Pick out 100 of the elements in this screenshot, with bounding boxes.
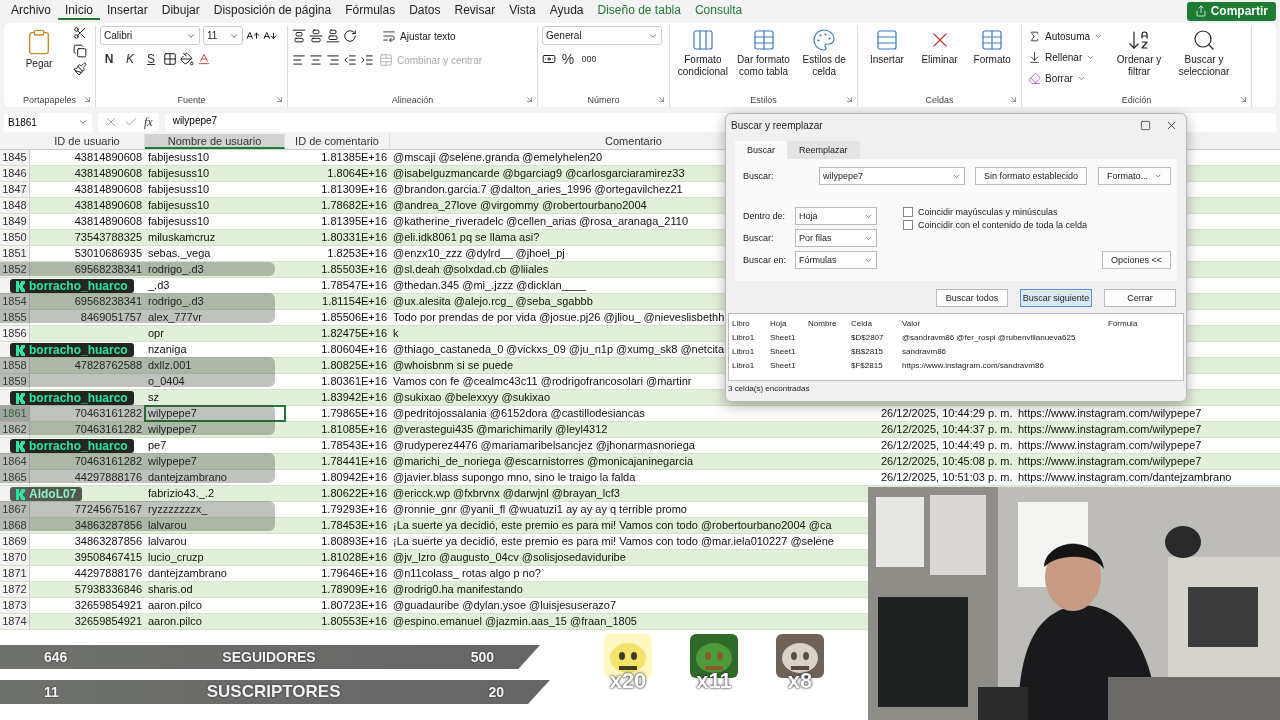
font-size-select[interactable]: 11 <box>203 26 243 45</box>
options-button[interactable]: Opciones << <box>1101 251 1171 269</box>
paintbrush-icon[interactable] <box>73 62 87 76</box>
find-field[interactable]: wilypepe7 <box>819 167 965 185</box>
function-button[interactable]: fx <box>144 114 153 130</box>
styles-button[interactable]: Estilos de celda <box>795 26 853 80</box>
ribbon-tab[interactable]: Vista <box>502 0 543 20</box>
paste-button[interactable]: Pegar <box>8 26 70 72</box>
table-cell: 1.85503E+16 <box>321 262 387 277</box>
goal-target: 500 <box>470 649 494 665</box>
launcher-icon[interactable] <box>525 95 534 104</box>
checkbox[interactable] <box>903 207 913 217</box>
editing-button[interactable]: Ordenar y filtrar <box>1108 26 1171 80</box>
table-cell: 1.78909E+16 <box>321 582 387 597</box>
italic-button[interactable]: K <box>121 49 139 69</box>
column-header[interactable]: Nombre de usuario <box>145 134 285 149</box>
results-cell[interactable]: Libro1 <box>732 332 755 342</box>
dialog-tab[interactable]: Reemplazar <box>787 141 860 159</box>
chat-username: borracho_huarco <box>29 279 128 293</box>
align-middle-icon[interactable] <box>309 29 323 43</box>
launcher-icon[interactable] <box>83 95 92 104</box>
table-cell: 77245675167 <box>74 502 142 517</box>
dialog-button[interactable]: Buscar siguiente <box>1020 289 1092 307</box>
ribbon-tab[interactable]: Diseño de tabla <box>590 0 688 20</box>
format-button[interactable]: Formato... <box>1098 167 1171 185</box>
editing-button[interactable]: Buscar y seleccionar <box>1173 26 1236 80</box>
launcher-icon[interactable] <box>657 95 666 104</box>
checkbox[interactable] <box>903 220 913 230</box>
results-cell[interactable]: Sheet1 <box>770 360 796 370</box>
cancel-icon[interactable] <box>104 115 118 129</box>
banknote-icon[interactable] <box>542 52 556 66</box>
thousands-button[interactable]: 000 <box>580 49 598 69</box>
ribbon-tab[interactable]: Insertar <box>100 0 155 20</box>
align-top-icon[interactable] <box>292 29 306 43</box>
font-family-select[interactable]: Calibri <box>100 26 200 45</box>
font-color-icon[interactable] <box>197 52 211 66</box>
dialog-button[interactable]: Buscar todos <box>936 289 1008 307</box>
cells-button[interactable]: Formato <box>967 26 1017 68</box>
align-center-icon[interactable] <box>309 53 323 67</box>
dialog-tab[interactable]: Buscar <box>735 141 787 159</box>
option-select[interactable]: Hoja <box>795 207 877 225</box>
styles-button[interactable]: Formato condicional <box>674 26 732 80</box>
check-icon[interactable] <box>124 115 138 129</box>
number-format-select[interactable]: General <box>542 26 662 45</box>
cells-button[interactable]: Eliminar <box>914 26 965 68</box>
results-cell[interactable]: https://www.instagram.com/sandravm86 <box>902 360 1044 370</box>
editing-button[interactable]: Borrar <box>1026 68 1106 88</box>
results-cell[interactable]: $B$2815 <box>851 346 884 356</box>
indent-increase-icon[interactable] <box>360 53 374 67</box>
align-right-icon[interactable] <box>326 53 340 67</box>
editing-button[interactable]: Rellenar <box>1026 47 1106 67</box>
align-bottom-icon[interactable] <box>326 29 340 43</box>
option-select[interactable]: Por filas <box>795 229 877 247</box>
results-cell[interactable]: Libro1 <box>732 346 755 356</box>
results-cell[interactable]: $F$2815 <box>851 360 883 370</box>
bold-button[interactable]: N <box>100 49 118 69</box>
ribbon-tab[interactable]: Disposición de página <box>206 0 339 20</box>
table-cell: https://www.instagram.com/wilypepe7 <box>1018 454 1202 469</box>
results-cell[interactable]: $D$2807 <box>851 332 884 342</box>
results-cell[interactable]: Libro1 <box>732 360 755 370</box>
ribbon-tab[interactable]: Consulta <box>687 0 750 20</box>
styles-button[interactable]: Dar formato como tabla <box>734 26 793 80</box>
underline-button[interactable]: S <box>142 49 160 69</box>
ribbon-tab[interactable]: Ayuda <box>542 0 591 20</box>
name-box[interactable]: B1861 <box>4 112 92 132</box>
ribbon-tab[interactable]: Datos <box>402 0 448 20</box>
align-left-icon[interactable] <box>292 53 306 67</box>
no-format-button[interactable]: Sin formato establecido <box>974 167 1087 185</box>
share-icon <box>1194 5 1207 17</box>
results-cell[interactable]: Sheet1 <box>770 346 796 356</box>
ribbon-tab[interactable]: Revisar <box>447 0 503 20</box>
maximize-icon[interactable] <box>1140 119 1151 131</box>
table-cell: @javier.blass supongo mno, sino le traigo la falda <box>393 470 636 485</box>
percent-button[interactable]: % <box>559 49 577 69</box>
editing-button[interactable]: Autosuma <box>1026 26 1106 46</box>
rotate-icon[interactable] <box>343 29 357 43</box>
borders-icon[interactable] <box>163 52 177 66</box>
paint-bucket-icon[interactable] <box>180 52 194 66</box>
row-number: 1846 <box>2 166 27 181</box>
cells-button[interactable]: Insertar <box>862 26 912 68</box>
ribbon-tab[interactable]: Inicio <box>58 0 101 20</box>
option-select[interactable]: Fórmulas <box>795 251 877 269</box>
ribbon-tab[interactable]: Archivo <box>4 0 58 20</box>
ribbon-tab[interactable]: Fórmulas <box>338 0 403 20</box>
copy-icon[interactable] <box>73 44 87 58</box>
launcher-icon[interactable] <box>1009 95 1018 104</box>
launcher-icon[interactable] <box>845 95 854 104</box>
results-cell[interactable]: Sheet1 <box>770 332 796 342</box>
ribbon-tab[interactable]: Dibujar <box>154 0 207 20</box>
share-button[interactable]: Compartir <box>1186 1 1276 21</box>
wrap-text-button[interactable]: Ajustar texto <box>380 26 458 46</box>
launcher-icon[interactable] <box>1239 95 1248 104</box>
results-cell[interactable]: @sandravm86 @fer_rospi @rubenvillanueva625 <box>902 332 1076 342</box>
field-label: Dentro de: <box>743 211 787 221</box>
column-header[interactable]: ID de comentario <box>285 134 390 149</box>
launcher-icon[interactable] <box>275 95 284 104</box>
results-cell[interactable]: sandravm86 <box>902 346 947 356</box>
scissors-icon[interactable] <box>73 26 87 40</box>
dialog-button[interactable]: Cerrar <box>1104 289 1176 307</box>
indent-decrease-icon[interactable] <box>343 53 357 67</box>
